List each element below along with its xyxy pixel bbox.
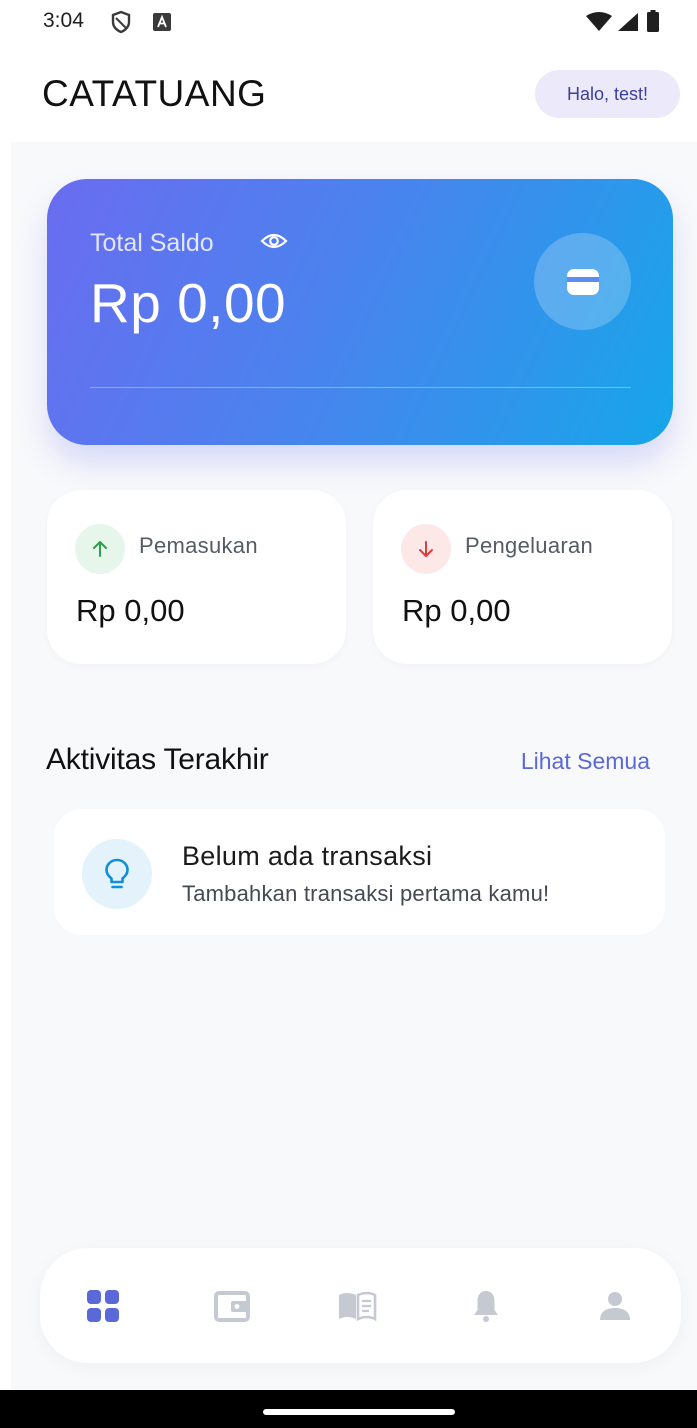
income-value: Rp 0,00: [76, 593, 185, 628]
income-icon-badge: [75, 524, 125, 574]
see-all-link[interactable]: Lihat Semua: [521, 748, 650, 775]
system-gesture-bar: [0, 1390, 697, 1428]
app-header: CATATUANG Halo, test!: [0, 48, 697, 142]
expense-card[interactable]: Pengeluaran Rp 0,00: [373, 490, 672, 664]
book-icon: [339, 1291, 377, 1322]
balance-card: Total Saldo Rp 0,00: [47, 179, 673, 445]
a-icon: [153, 13, 171, 31]
empty-state-card: Belum ada transaksi Tambahkan transaksi …: [54, 809, 665, 935]
greeting-badge[interactable]: Halo, test!: [535, 70, 680, 118]
lightbulb-badge: [82, 839, 152, 909]
eye-icon[interactable]: [260, 231, 288, 251]
status-time: 3:04: [43, 9, 84, 32]
person-icon: [600, 1292, 630, 1320]
expense-label: Pengeluaran: [465, 533, 594, 558]
nav-home[interactable]: [79, 1282, 127, 1330]
balance-label: Total Saldo: [90, 229, 214, 257]
arrow-down-icon: [419, 541, 433, 557]
nav-profile[interactable]: [591, 1282, 639, 1330]
recent-activity-title: Aktivitas Terakhir: [46, 743, 269, 776]
bottom-nav: [40, 1248, 681, 1363]
expense-value: Rp 0,00: [402, 593, 511, 628]
signal-icon: [618, 13, 638, 31]
wallet-icon: [214, 1291, 250, 1322]
home-gesture-handle[interactable]: [263, 1409, 455, 1415]
card-divider: [90, 387, 631, 388]
balance-amount: Rp 0,00: [90, 272, 287, 334]
expense-icon-badge: [401, 524, 451, 574]
arrow-up-icon: [93, 541, 107, 557]
bell-icon: [474, 1291, 498, 1322]
income-card[interactable]: Pemasukan Rp 0,00: [47, 490, 346, 664]
battery-icon: [647, 10, 659, 32]
shield-icon: [111, 10, 131, 34]
status-bar: 3:04: [0, 0, 697, 48]
main-content: Total Saldo Rp 0,00 Pemasukan Rp 0,00 Pe…: [11, 142, 697, 1390]
wifi-icon: [586, 12, 612, 31]
nav-book[interactable]: [333, 1282, 381, 1330]
wallet-icon: [566, 268, 599, 295]
empty-state-subtitle: Tambahkan transaksi pertama kamu!: [182, 881, 550, 906]
nav-wallet[interactable]: [208, 1282, 256, 1330]
income-label: Pemasukan: [139, 533, 258, 558]
app-title: CATATUANG: [42, 73, 267, 114]
nav-notifications[interactable]: [462, 1282, 510, 1330]
wallet-badge: [534, 233, 631, 330]
lightbulb-icon: [105, 858, 129, 889]
empty-state-title: Belum ada transaksi: [182, 841, 433, 871]
grid-icon: [87, 1290, 119, 1322]
